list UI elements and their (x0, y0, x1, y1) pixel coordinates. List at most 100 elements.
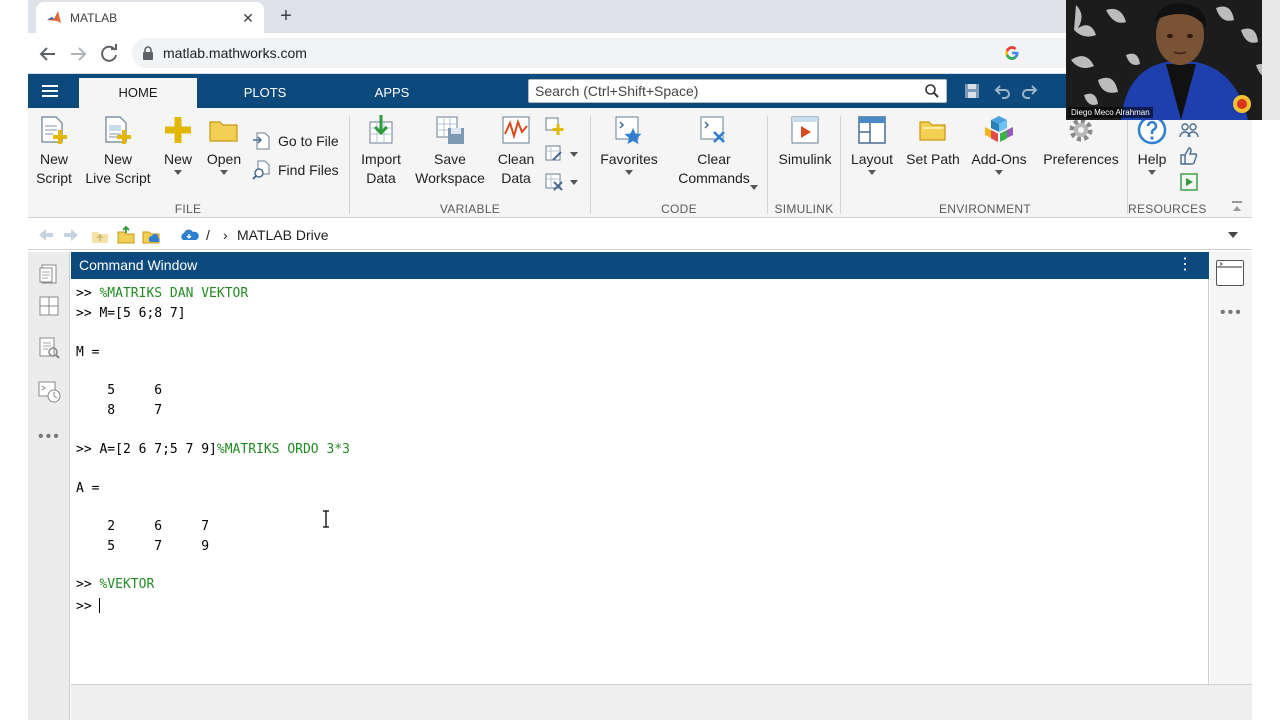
save-icon[interactable] (963, 82, 981, 100)
up-folder-icon[interactable] (90, 226, 110, 244)
undo-icon[interactable] (994, 82, 1012, 100)
chevron-down-icon[interactable] (570, 151, 578, 157)
new-variable-button[interactable] (544, 116, 564, 136)
tab-apps[interactable]: APPS (333, 78, 451, 108)
tab-close-icon[interactable]: ✕ (238, 8, 258, 28)
browser-window: MATLAB ✕ + matlab.mathworks.com HOME PLO… (28, 0, 1280, 720)
new-script-button[interactable]: New Script (34, 114, 74, 188)
find-files-button[interactable]: Find Files (252, 159, 339, 181)
set-path-button[interactable]: Set Path (902, 114, 964, 169)
tab-home[interactable]: HOME (79, 78, 197, 108)
clear-workspace-button[interactable] (544, 172, 578, 192)
simulink-icon (791, 116, 819, 144)
preferences-button[interactable]: Preferences (1038, 114, 1124, 169)
documentation-search-input[interactable]: Search (Ctrl+Shift+Space) (528, 79, 947, 103)
path-separator[interactable]: / (206, 227, 210, 243)
status-bar (71, 684, 1252, 720)
google-icon[interactable] (1004, 45, 1020, 61)
more-options-icon[interactable]: ••• (1220, 304, 1243, 322)
chevron-down-icon (220, 170, 228, 175)
code-section-label: CODE (661, 202, 697, 216)
reload-icon[interactable] (97, 42, 121, 66)
command-line: >> A=[2 6 7;5 7 9]%MATRIKS ORDO 3*3 (76, 442, 350, 457)
favorites-label: Favorites (600, 151, 658, 167)
cloud-icon[interactable] (178, 226, 200, 244)
favorites-button[interactable]: Favorites (598, 114, 660, 175)
browse-folder-icon[interactable] (116, 226, 136, 244)
command-window-menu-icon[interactable]: ⋮ (1177, 256, 1193, 274)
add-ons-icon (985, 116, 1013, 142)
redo-icon[interactable] (1020, 82, 1038, 100)
open-label: Open (206, 151, 242, 167)
help-button[interactable]: Help (1132, 114, 1172, 175)
search-icon[interactable] (924, 83, 940, 99)
path-matlab-drive[interactable]: MATLAB Drive (237, 227, 329, 243)
new-live-script-label: New Live Script (85, 151, 151, 186)
workspace-panel-icon[interactable] (37, 294, 61, 318)
output-line: 8 7 (76, 403, 163, 418)
set-path-icon (919, 121, 946, 141)
forward-arrow-icon[interactable] (66, 42, 90, 66)
current-folder-panel-icon[interactable] (37, 262, 61, 286)
new-script-icon (41, 116, 67, 144)
preferences-label: Preferences (1043, 151, 1119, 167)
simulink-button[interactable]: Simulink (774, 114, 836, 169)
command-window[interactable]: Command Window ⋮ >> %MATRIKS DAN VEKTOR … (71, 252, 1209, 684)
lock-icon[interactable] (142, 46, 154, 60)
clean-data-button[interactable]: Clean Data (492, 114, 540, 188)
layout-button[interactable]: Layout (846, 114, 898, 175)
back-icon[interactable] (36, 226, 56, 244)
hamburger-menu-icon[interactable] (40, 82, 60, 100)
path-chevron[interactable]: › (223, 227, 228, 243)
save-workspace-button[interactable]: Save Workspace (414, 114, 486, 188)
panel-toggle-icon[interactable] (1216, 260, 1244, 286)
more-panels-icon[interactable]: ••• (38, 428, 61, 446)
go-to-file-button[interactable]: Go to File (252, 130, 339, 152)
matlab-logo-icon (47, 10, 61, 23)
add-ons-button[interactable]: Add-Ons (968, 114, 1030, 175)
open-button[interactable]: Open (204, 114, 244, 175)
new-button[interactable]: New (160, 114, 196, 175)
path-history-dropdown[interactable] (1228, 232, 1238, 238)
command-window-title: Command Window (79, 257, 198, 273)
import-data-icon (369, 115, 393, 144)
community-icon[interactable] (1179, 120, 1199, 140)
tab-title: MATLAB (70, 10, 118, 25)
url-text[interactable]: matlab.mathworks.com (163, 45, 307, 61)
section-divider (349, 116, 350, 214)
import-data-button[interactable]: Import Data (356, 114, 406, 188)
output-line: A = (76, 481, 100, 496)
learn-matlab-icon[interactable] (1179, 172, 1199, 192)
command-prompt-line[interactable]: >> (76, 598, 101, 614)
new-tab-button[interactable]: + (274, 5, 298, 29)
forward-icon[interactable] (61, 226, 81, 244)
save-workspace-label: Save Workspace (415, 151, 485, 186)
tab-plots[interactable]: PLOTS (206, 78, 324, 108)
editor-panel-icon[interactable] (37, 336, 61, 360)
chevron-down-icon (868, 170, 876, 175)
collapse-ribbon-icon[interactable] (1230, 200, 1244, 214)
open-variable-button[interactable] (544, 144, 578, 164)
output-line: 2 6 7 (76, 519, 210, 534)
presenter-video-image (1066, 0, 1280, 120)
browser-tab-matlab[interactable]: MATLAB ✕ (36, 2, 264, 33)
drive-folder-icon[interactable] (141, 226, 161, 244)
new-live-script-icon (105, 116, 131, 144)
go-to-file-icon (253, 132, 270, 150)
new-live-script-button[interactable]: New Live Script (82, 114, 154, 188)
add-ons-label: Add-Ons (971, 151, 1027, 167)
import-data-label: Import Data (361, 151, 401, 186)
command-history-panel-icon[interactable] (37, 380, 61, 404)
plus-icon (165, 117, 191, 143)
help-label: Help (1137, 151, 1167, 167)
webcam-overlay: Diego Meco Alrahman (1066, 0, 1280, 120)
thumbs-up-icon[interactable] (1179, 146, 1199, 166)
back-arrow-icon[interactable] (36, 42, 60, 66)
mouse-ibeam-cursor-icon (323, 510, 329, 528)
chevron-down-icon[interactable] (570, 179, 578, 185)
section-divider (1127, 116, 1128, 214)
current-folder-bar: / › MATLAB Drive (28, 220, 1252, 250)
chevron-down-icon (1148, 170, 1156, 175)
left-margin (0, 0, 28, 720)
clear-commands-button[interactable]: Clear Commands (668, 114, 760, 190)
